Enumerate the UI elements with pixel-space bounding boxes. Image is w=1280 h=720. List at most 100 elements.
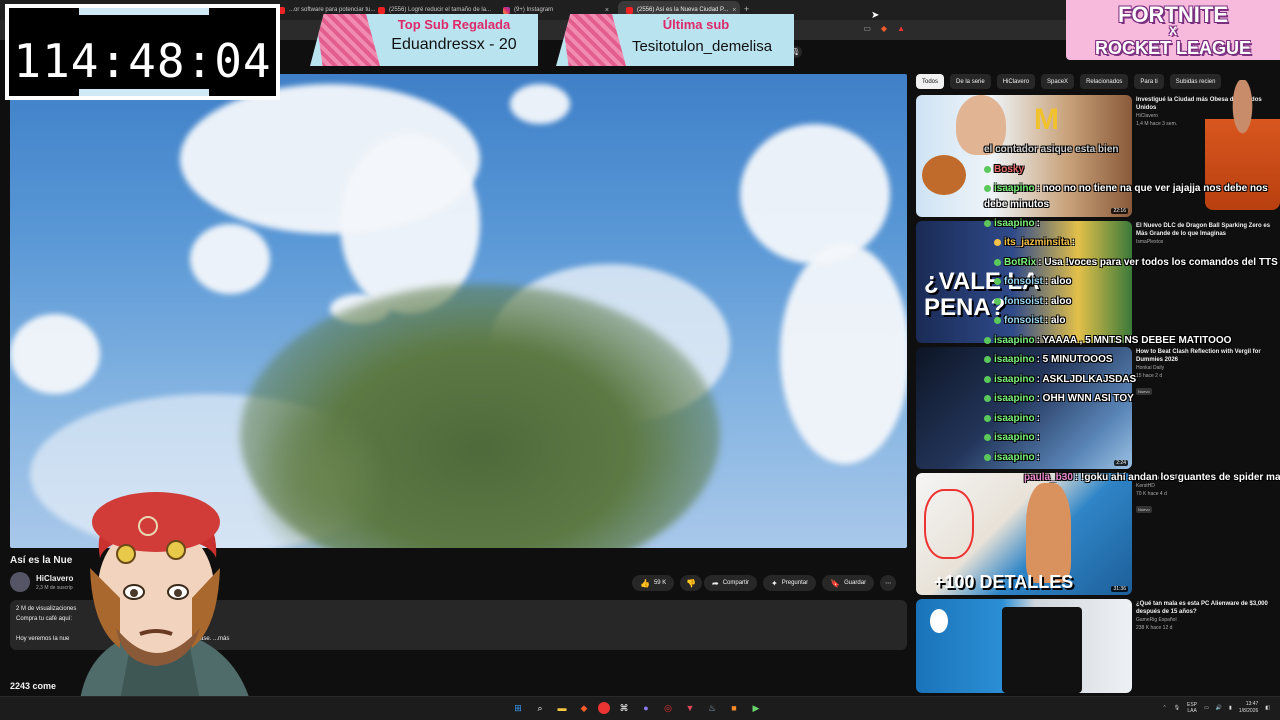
volume-icon[interactable]: 🔊 [1216,705,1222,711]
timer-digits: 114:48:04 [13,34,272,88]
fortnite-overlay: FORTNITE X ROCKET LEAGUE [1066,0,1280,60]
close-icon[interactable]: × [732,7,736,14]
instagram-icon [503,6,510,14]
chat-text: debe minutos [984,199,1050,210]
more-icon: ⋯ [885,580,892,587]
chat-user: fonsoist [1004,315,1043,326]
rec-channel: Honkai Daily [1136,365,1165,371]
filter-chips: Todos De la serie HiClavero SpaceX Relac… [916,74,1222,90]
video-player[interactable] [10,74,907,548]
ask-button[interactable]: ✦ Preguntar [763,575,817,591]
chat-message: isaapino: 5 MINUTOOOS [984,354,1113,365]
search-icon[interactable]: ⌕ [532,700,548,716]
chat-user: isaapino [994,183,1035,194]
brave-icon[interactable]: ◆ [576,700,592,716]
badge-icon [984,355,991,363]
badge-icon [984,165,991,173]
burger-graphic [922,155,966,195]
folder-icon[interactable]: ▬ [554,700,570,716]
chevron-up-icon[interactable]: ⌃ [1162,705,1166,711]
clock-date: 1/8/2026 [1238,708,1259,714]
chat-message: isaapino: noo no no tiene na que ver jaj… [984,183,1268,194]
discord-icon[interactable]: ● [638,700,654,716]
chip-channel[interactable]: HiClavero [996,74,1036,89]
chat-message: isaapino: YAAAA , 5 MNTS NS DEBEE MATITO… [984,335,1231,346]
recommendation-meta[interactable]: El Nuevo DLC de Dragon Ball Sparking Zer… [1136,222,1276,246]
thumbnail-circle [924,489,974,559]
chat-message: isaapino: [984,432,1040,443]
system-tray: ⌃ 🎙 ESP LAA ▭ 🔊 ▮ 13:47 1/8/2026 ◧ [1162,701,1270,715]
chat-message: fonsoist: aloo [994,296,1072,307]
chrome-icon[interactable]: ◎ [660,700,676,716]
rec-stats: 70 K hace 4 d [1136,491,1167,497]
chat-user: Bosky [994,164,1025,175]
cast-icon[interactable]: ▭ [863,24,871,33]
chat-text: : [1036,432,1040,443]
save-button[interactable]: 🔖 Guardar [822,575,875,591]
like-button[interactable]: 👍 59 K [632,575,675,591]
recommendation-thumbnail[interactable]: 2:24 [916,347,1132,469]
rewards-icon[interactable]: ▲ [897,24,905,33]
sparkle-icon: ✦ [771,578,778,588]
chat-user: isaapino [994,432,1035,443]
dislike-button[interactable]: 👎 [680,575,703,591]
recommendation-meta[interactable]: How to Beat Clash Reflection with Vergil… [1136,348,1276,398]
battery-icon[interactable]: ▮ [1229,705,1232,711]
badge-icon [984,414,991,422]
recommendation-thumbnail[interactable] [916,599,1132,693]
app-icon[interactable]: ■ [726,700,742,716]
lang-secondary: LAA [1187,708,1197,714]
chat-user: isaapino [994,335,1035,346]
chat-user: isaapino [994,413,1035,424]
chat-text: : 5 MINUTOOOS [1036,354,1113,365]
display-icon[interactable]: ▭ [1204,705,1209,711]
clock[interactable]: 13:47 1/8/2026 [1239,701,1258,715]
chip-series[interactable]: De la serie [950,74,991,89]
chat-message: Bosky [984,164,1026,175]
tab-label: (2556) Así es la Nueva Ciudad P... [637,7,729,13]
steam-icon[interactable]: ♨ [704,700,720,716]
taskbar-apps: ⊞ ⌕ ▬ ◆ ⌘ ● ◎ ▼ ♨ ■ ▶ [510,700,764,716]
thumbs-up-icon: 👍 [640,578,650,588]
new-tab-button[interactable]: + [744,4,749,14]
media-player-icon[interactable] [598,702,610,714]
recommendation-thumbnail[interactable]: +100 DETALLES 31:36 [916,473,1132,595]
comment-count: 2243 come [10,681,57,691]
brave-icon[interactable]: ◆ [881,24,887,33]
chat-text: : aloo [1044,296,1072,307]
thumbnail-figure [1026,483,1071,583]
app-icon[interactable]: ▼ [682,700,698,716]
language-indicator[interactable]: ESP LAA [1187,702,1197,714]
chat-text: : aloo [1044,276,1072,287]
channel-avatar[interactable] [10,572,30,592]
chat-text: : [1036,218,1040,229]
chip-for-you[interactable]: Para ti [1134,74,1164,89]
rec-channel: IsmaPlestos [1136,239,1164,245]
chat-text: : Usa !voces para ver todos los comandos… [1038,257,1278,268]
new-badge: Nuevo [1136,506,1152,513]
cloud [510,84,570,124]
new-badge: Nuevo [1136,388,1152,395]
bookmark-icon: 🔖 [830,578,841,588]
chip-related[interactable]: Relacionados [1080,74,1129,89]
chat-text: : [1036,413,1040,424]
badge-icon [994,258,1001,266]
last-sub-value: Tesitotulon_demelisa [631,38,773,55]
badge-icon [994,316,1001,324]
chip-spacex[interactable]: SpaceX [1041,74,1075,89]
terminal-icon[interactable]: ⌘ [616,700,632,716]
close-icon[interactable]: × [605,7,609,14]
app-icon[interactable]: ▶ [748,700,764,716]
chip-all[interactable]: Todos [916,74,945,89]
action-group: ➦ Compartir ✦ Preguntar 🔖 Guardar ⋯ [704,575,897,591]
recommendation-meta[interactable]: ¿Qué tan mala es esta PC Alienware de $3… [1136,600,1276,632]
windows-start-icon[interactable]: ⊞ [510,700,526,716]
ask-label: Preguntar [781,580,809,586]
video-duration: 22:16 [1111,208,1128,214]
chat-text: : OHH WNN ASI TOY [1036,393,1134,404]
more-actions-button[interactable]: ⋯ [880,575,897,591]
microphone-icon[interactable]: 🎙 [1174,705,1180,711]
notification-icon[interactable]: ◧ [1265,705,1270,711]
chat-message: isaapino: [984,218,1040,229]
share-button[interactable]: ➦ Compartir [704,575,758,591]
